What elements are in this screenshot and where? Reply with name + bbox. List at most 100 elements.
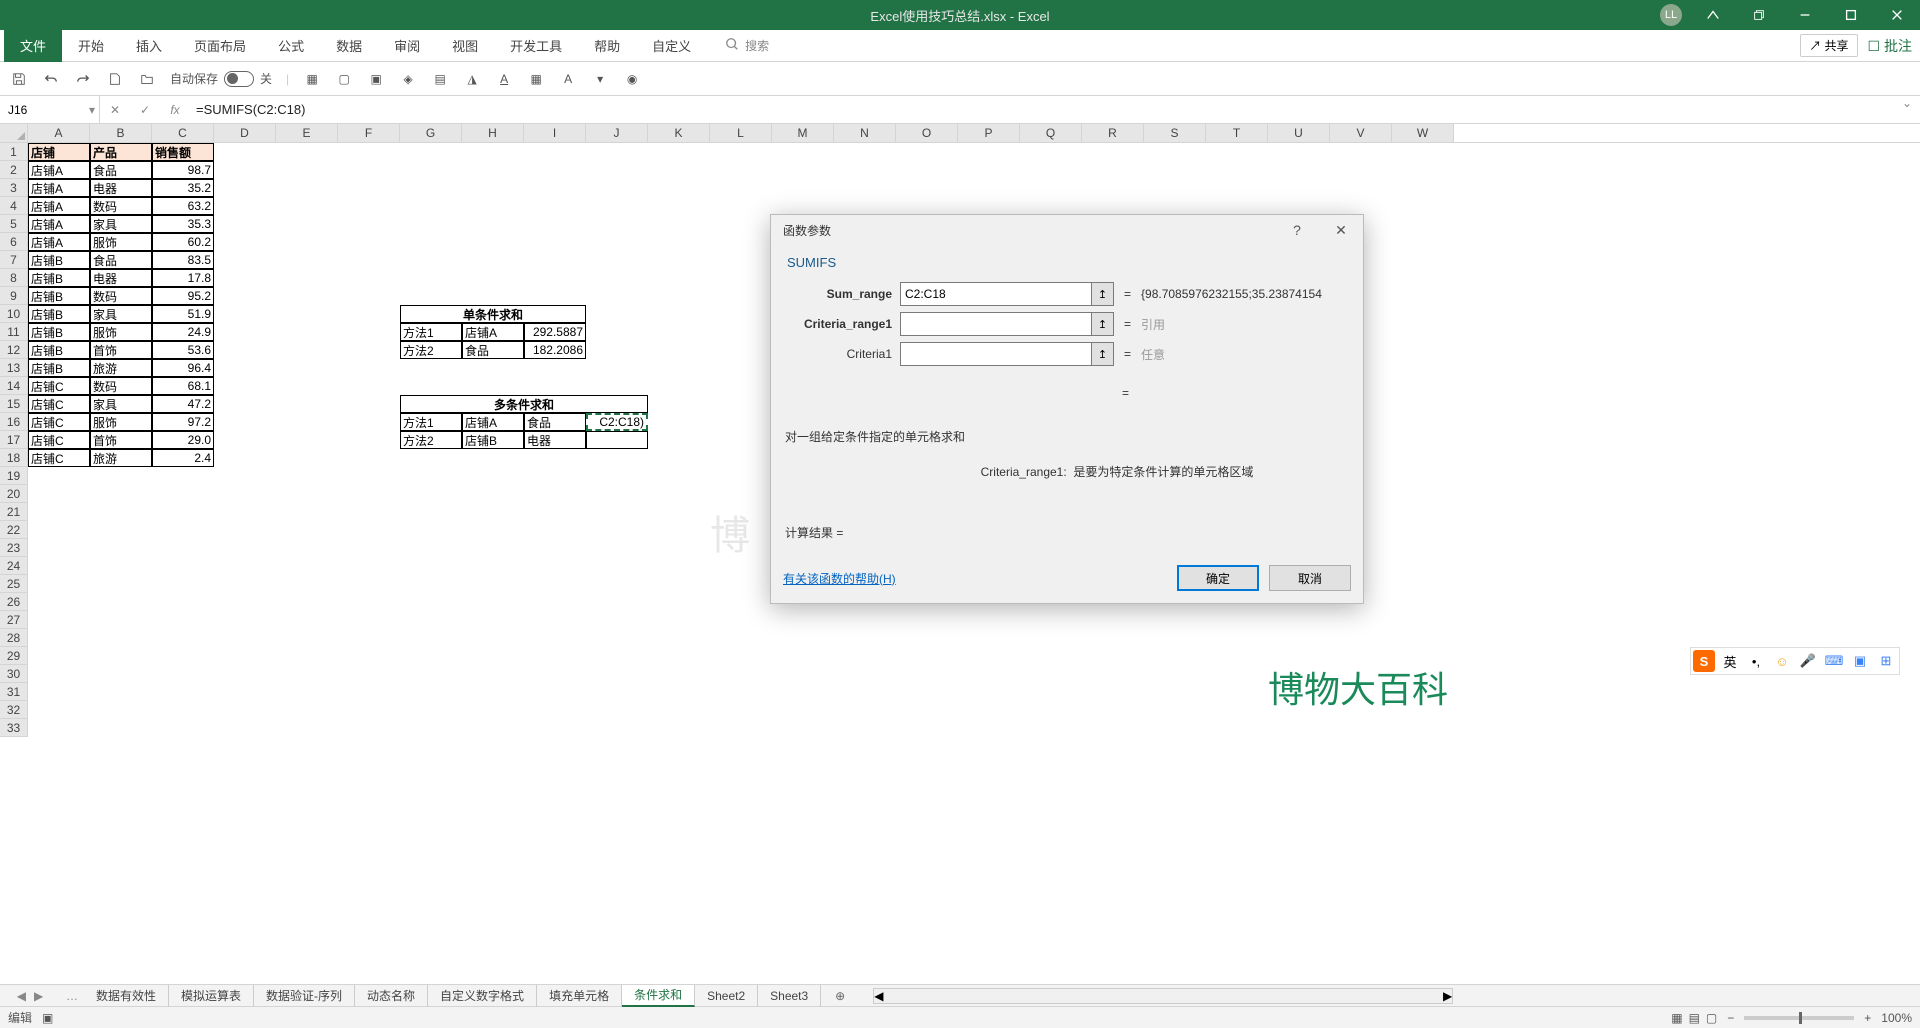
sheet-tab[interactable]: Sheet3 xyxy=(758,985,821,1007)
ribbon-tab-view[interactable]: 视图 xyxy=(436,30,494,62)
row-header[interactable]: 16 xyxy=(0,413,28,431)
ribbon-tab-help[interactable]: 帮助 xyxy=(578,30,636,62)
cell[interactable]: 家具 xyxy=(90,305,152,323)
cell[interactable]: 63.2 xyxy=(152,197,214,215)
window-restore-icon[interactable] xyxy=(1736,0,1782,30)
select-all-button[interactable] xyxy=(0,124,28,142)
cell[interactable]: 店铺A xyxy=(28,161,90,179)
ime-logo-icon[interactable]: S xyxy=(1693,650,1715,672)
share-button[interactable]: ↗ 共享 xyxy=(1800,34,1857,57)
cell[interactable]: 店铺A xyxy=(28,215,90,233)
cell[interactable]: 单条件求和 xyxy=(400,305,586,323)
cell[interactable]: 95.2 xyxy=(152,287,214,305)
sheet-more-icon[interactable]: … xyxy=(60,989,84,1003)
qat-icon-11[interactable]: ◉ xyxy=(623,70,641,88)
zoom-in-icon[interactable]: + xyxy=(1864,1011,1871,1025)
row-header[interactable]: 14 xyxy=(0,377,28,395)
row-header[interactable]: 2 xyxy=(0,161,28,179)
cell[interactable]: 旅游 xyxy=(90,359,152,377)
ime-punct-icon[interactable]: •, xyxy=(1745,650,1767,672)
col-header[interactable]: E xyxy=(276,124,338,142)
formula-input[interactable]: =SUMIFS(C2:C18) xyxy=(190,96,1902,123)
ribbon-tab-data[interactable]: 数据 xyxy=(320,30,378,62)
view-break-icon[interactable]: ▢ xyxy=(1706,1011,1717,1025)
arg-input[interactable] xyxy=(900,282,1092,306)
col-header[interactable]: W xyxy=(1392,124,1454,142)
row-header[interactable]: 32 xyxy=(0,701,28,719)
cell[interactable]: 店铺B xyxy=(28,341,90,359)
cell[interactable]: 家具 xyxy=(90,395,152,413)
cell[interactable]: 店铺A xyxy=(28,179,90,197)
cell[interactable]: 83.5 xyxy=(152,251,214,269)
qat-icon-4[interactable]: ◈ xyxy=(399,70,417,88)
cell[interactable]: 服饰 xyxy=(90,233,152,251)
autosave-toggle[interactable]: 自动保存 关 xyxy=(170,70,272,87)
cell[interactable]: 电器 xyxy=(90,179,152,197)
sheet-tab[interactable]: 动态名称 xyxy=(355,985,428,1007)
cell[interactable]: 53.6 xyxy=(152,341,214,359)
cell[interactable]: 店铺B xyxy=(28,287,90,305)
arg-collapse-button[interactable]: ↥ xyxy=(1092,312,1114,336)
cell[interactable]: 店铺B xyxy=(28,305,90,323)
col-header[interactable]: Q xyxy=(1020,124,1082,142)
row-header[interactable]: 19 xyxy=(0,467,28,485)
col-header[interactable]: D xyxy=(214,124,276,142)
row-header[interactable]: 25 xyxy=(0,575,28,593)
col-header[interactable]: O xyxy=(896,124,958,142)
col-header[interactable]: B xyxy=(90,124,152,142)
qat-icon-6[interactable]: ◮ xyxy=(463,70,481,88)
col-header[interactable]: R xyxy=(1082,124,1144,142)
ribbon-tab-file[interactable]: 文件 xyxy=(4,30,62,62)
row-header[interactable]: 18 xyxy=(0,449,28,467)
ribbon-tab-formulas[interactable]: 公式 xyxy=(262,30,320,62)
maximize-button[interactable] xyxy=(1828,0,1874,30)
tell-me-search[interactable]: 搜索 xyxy=(725,37,769,54)
cell[interactable]: 97.2 xyxy=(152,413,214,431)
cell[interactable]: 96.4 xyxy=(152,359,214,377)
row-header[interactable]: 3 xyxy=(0,179,28,197)
macro-record-icon[interactable]: ▣ xyxy=(42,1011,53,1025)
col-header[interactable]: I xyxy=(524,124,586,142)
cell[interactable]: 数码 xyxy=(90,197,152,215)
cell[interactable]: 98.7 xyxy=(152,161,214,179)
qat-icon-5[interactable]: ▤ xyxy=(431,70,449,88)
name-box[interactable]: J16 ▾ xyxy=(0,96,100,123)
row-header[interactable]: 10 xyxy=(0,305,28,323)
cell[interactable]: 店铺C xyxy=(28,449,90,467)
row-header[interactable]: 22 xyxy=(0,521,28,539)
user-avatar[interactable]: LL xyxy=(1660,4,1682,26)
sheet-tab[interactable]: 填充单元格 xyxy=(537,985,622,1007)
toggle-switch[interactable] xyxy=(224,71,254,87)
cell[interactable]: 数码 xyxy=(90,377,152,395)
ribbon-tab-custom[interactable]: 自定义 xyxy=(636,30,707,62)
open-folder-icon[interactable] xyxy=(138,70,156,88)
new-file-icon[interactable] xyxy=(106,70,124,88)
dialog-help-button[interactable]: ? xyxy=(1275,215,1319,245)
row-header[interactable]: 20 xyxy=(0,485,28,503)
sheet-tab[interactable]: 模拟运算表 xyxy=(169,985,254,1007)
ime-toolbox-icon[interactable]: ⊞ xyxy=(1875,650,1897,672)
sheet-tab[interactable]: Sheet2 xyxy=(695,985,758,1007)
sheet-tab[interactable]: 自定义数字格式 xyxy=(428,985,537,1007)
row-header[interactable]: 9 xyxy=(0,287,28,305)
horizontal-scrollbar[interactable]: ◀ ▶ xyxy=(873,988,1453,1004)
cell[interactable]: 电器 xyxy=(524,431,586,449)
cell[interactable]: 销售额 xyxy=(152,143,214,161)
cell[interactable]: 数码 xyxy=(90,287,152,305)
row-header[interactable]: 11 xyxy=(0,323,28,341)
sheet-tab[interactable]: 数据有效性 xyxy=(84,985,169,1007)
cell[interactable]: 店铺C xyxy=(28,431,90,449)
row-header[interactable]: 31 xyxy=(0,683,28,701)
cell[interactable]: 2.4 xyxy=(152,449,214,467)
undo-icon[interactable] xyxy=(42,70,60,88)
row-header[interactable]: 29 xyxy=(0,647,28,665)
cell[interactable]: 店铺C xyxy=(28,395,90,413)
name-box-dropdown-icon[interactable]: ▾ xyxy=(89,103,95,117)
ribbon-tab-insert[interactable]: 插入 xyxy=(120,30,178,62)
col-header[interactable]: K xyxy=(648,124,710,142)
cancel-formula-icon[interactable]: ✕ xyxy=(100,103,130,117)
cell[interactable]: 29.0 xyxy=(152,431,214,449)
cell[interactable]: 店铺B xyxy=(28,323,90,341)
cell[interactable]: 店铺C xyxy=(28,377,90,395)
cell[interactable]: 电器 xyxy=(90,269,152,287)
